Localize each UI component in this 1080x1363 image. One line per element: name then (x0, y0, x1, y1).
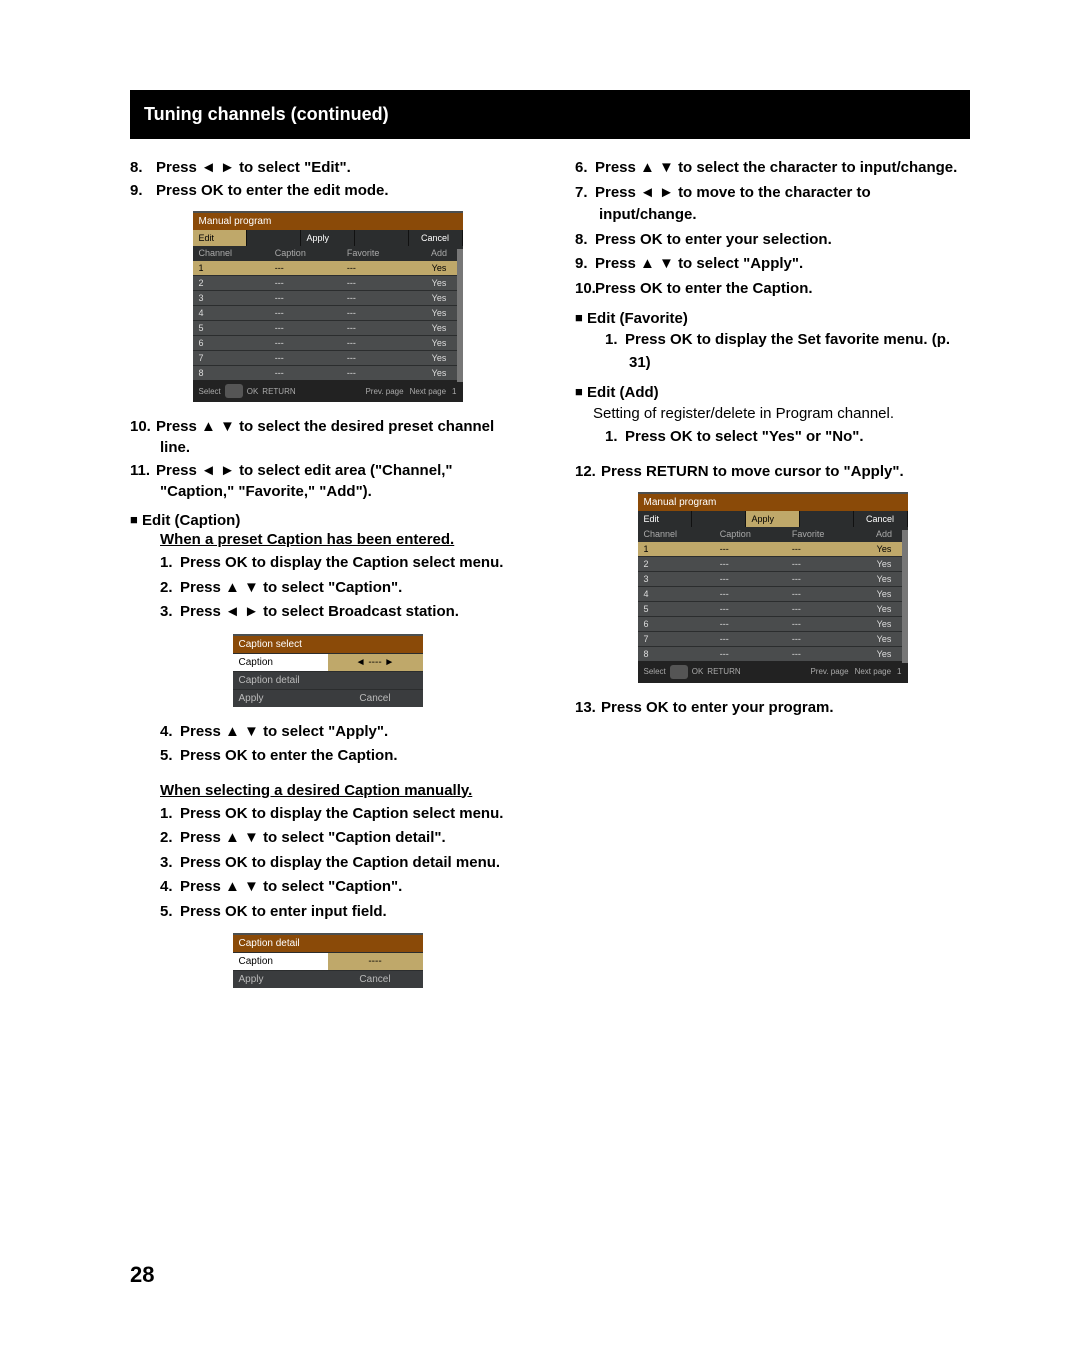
col-add: Add (416, 246, 463, 261)
edit-add-heading: ■ Edit (Add) (575, 384, 970, 401)
row-cancel: Cancel (328, 970, 423, 988)
row-caption: Caption (233, 653, 328, 671)
r-step-6: 6.Press ▲ ▼ to select the character to i… (575, 157, 970, 180)
ec-step-2: 2.Press ▲ ▼ to select "Caption". (160, 577, 525, 600)
ef-step-1: 1.Press OK to display the Set favorite m… (605, 329, 970, 374)
osd-footer: Select OK RETURN Prev. page Next page 1 (638, 661, 908, 683)
r-step-8: 8.Press OK to enter your selection. (575, 229, 970, 252)
step-8: 8.Press ◄ ► to select "Edit". (130, 157, 525, 178)
when-preset-heading: When a preset Caption has been entered. (160, 531, 525, 548)
edit-add-desc: Setting of register/delete in Program ch… (593, 403, 970, 424)
table-row: 1------Yes (193, 261, 463, 276)
table-row: 5------Yes (638, 601, 908, 616)
when-manual-heading: When selecting a desired Caption manuall… (160, 782, 525, 799)
col-favorite: Favorite (786, 527, 861, 542)
row-cancel: Cancel (328, 689, 423, 707)
tab-apply: Apply (746, 511, 800, 527)
ea-step-1: 1.Press OK to select "Yes" or "No". (605, 426, 970, 449)
tab-apply: Apply (301, 230, 355, 246)
tab-edit: Edit (638, 511, 692, 527)
osd-title: Manual program (638, 494, 908, 511)
col-favorite: Favorite (341, 246, 416, 261)
table-row: 3------Yes (638, 571, 908, 586)
step-9: 9.Press OK to enter the edit mode. (130, 180, 525, 201)
tab-cancel: Cancel (409, 230, 463, 246)
ec-step-1: 1.Press OK to display the Caption select… (160, 552, 525, 575)
caption-select-menu: Caption select Caption ◄ ---- ► Caption … (233, 634, 423, 707)
table-row: 8------Yes (193, 366, 463, 381)
osd-title: Caption detail (233, 935, 423, 952)
edit-caption-heading: ■ Edit (Caption) (130, 512, 525, 529)
r-step-7: 7.Press ◄ ► to move to the character to … (575, 182, 970, 227)
ec-step-4: 4.Press ▲ ▼ to select "Apply". (160, 721, 525, 744)
manual-program-menu-1: Manual program Edit Apply Cancel Channel… (193, 211, 463, 402)
tab-spacer2 (800, 511, 854, 527)
edit-favorite-heading: ■ Edit (Favorite) (575, 310, 970, 327)
table-row: 7------Yes (638, 631, 908, 646)
step-10-text: Press ▲ ▼ to select the desired preset c… (156, 418, 494, 456)
tab-spacer (247, 230, 301, 246)
step-10: 10.Press ▲ ▼ to select the desired prese… (130, 416, 525, 458)
scrollbar-icon (902, 530, 908, 663)
caption-detail-menu: Caption detail Caption ---- Apply Cancel (233, 933, 423, 988)
col-channel: Channel (638, 527, 714, 542)
table-row: 3------Yes (193, 291, 463, 306)
step-13: 13.Press OK to enter your program. (575, 697, 970, 718)
table-row: 5------Yes (193, 321, 463, 336)
table-row: 1------Yes (638, 541, 908, 556)
right-column: 6.Press ▲ ▼ to select the character to i… (575, 155, 970, 1002)
col-add: Add (861, 527, 908, 542)
ec-step-5: 5.Press OK to enter the Caption. (160, 745, 525, 768)
step-11-text: Press ◄ ► to select edit area ("Channel,… (156, 462, 453, 500)
col-channel: Channel (193, 246, 269, 261)
em-step-2: 2.Press ▲ ▼ to select "Caption detail". (160, 827, 525, 850)
table-row: 4------Yes (638, 586, 908, 601)
tab-edit: Edit (193, 230, 247, 246)
table-row: 2------Yes (638, 556, 908, 571)
r-step-9: 9.Press ▲ ▼ to select "Apply". (575, 253, 970, 276)
r-step-10: 10.Press OK to enter the Caption. (575, 278, 970, 301)
table-row: 6------Yes (638, 616, 908, 631)
tab-cancel: Cancel (854, 511, 908, 527)
step-12: 12.Press RETURN to move cursor to "Apply… (575, 461, 970, 482)
row-apply: Apply (233, 689, 328, 707)
tab-spacer2 (355, 230, 409, 246)
table-row: 8------Yes (638, 646, 908, 661)
col-caption: Caption (269, 246, 341, 261)
osd-title: Manual program (193, 213, 463, 230)
em-step-1: 1.Press OK to display the Caption select… (160, 803, 525, 826)
table-row: 2------Yes (193, 276, 463, 291)
em-step-5: 5.Press OK to enter input field. (160, 901, 525, 924)
osd-title: Caption select (233, 636, 423, 653)
step-9-text: Press OK to enter the edit mode. (156, 182, 389, 199)
row-caption-detail: Caption detail (233, 671, 328, 689)
em-step-4: 4.Press ▲ ▼ to select "Caption". (160, 876, 525, 899)
row-caption-value: ---- (328, 952, 423, 970)
tab-spacer (692, 511, 746, 527)
osd-footer: Select OK RETURN Prev. page Next page 1 (193, 380, 463, 402)
nav-icon (225, 384, 243, 398)
table-row: 7------Yes (193, 351, 463, 366)
col-caption: Caption (714, 527, 786, 542)
table-row: 4------Yes (193, 306, 463, 321)
row-apply: Apply (233, 970, 328, 988)
em-step-3: 3.Press OK to display the Caption detail… (160, 852, 525, 875)
row-caption: Caption (233, 952, 328, 970)
step-11: 11.Press ◄ ► to select edit area ("Chann… (130, 460, 525, 502)
section-title: Tuning channels (continued) (130, 90, 970, 139)
table-row: 6------Yes (193, 336, 463, 351)
row-caption-value: ◄ ---- ► (328, 653, 423, 671)
scrollbar-icon (457, 249, 463, 382)
step-8-text: Press ◄ ► to select "Edit". (156, 159, 351, 176)
manual-program-menu-2: Manual program Edit Apply Cancel Channel… (638, 492, 908, 683)
page-number: 28 (130, 1262, 970, 1288)
left-column: 8.Press ◄ ► to select "Edit". 9.Press OK… (130, 155, 525, 1002)
nav-icon (670, 665, 688, 679)
ec-step-3: 3.Press ◄ ► to select Broadcast station. (160, 601, 525, 624)
